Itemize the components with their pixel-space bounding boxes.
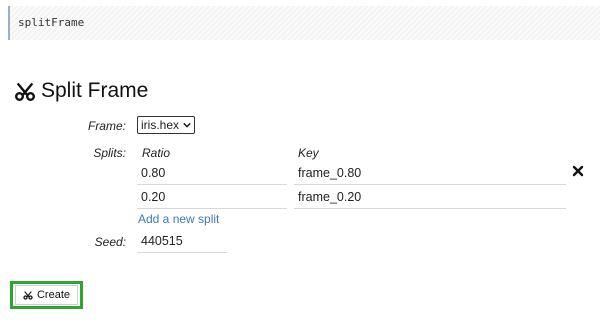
- seed-input[interactable]: 440515: [137, 231, 227, 253]
- code-cell-text: splitFrame: [18, 16, 85, 29]
- frame-label: Frame:: [87, 119, 126, 133]
- frame-select-value: iris.hex: [141, 118, 180, 132]
- split-key-input[interactable]: frame_0.80: [294, 163, 566, 185]
- create-button-label: Create: [36, 289, 71, 301]
- seed-label: Seed:: [94, 235, 126, 249]
- add-split-link[interactable]: Add a new split: [138, 212, 219, 226]
- scissors-icon: [23, 291, 33, 300]
- split-key-input[interactable]: frame_0.20: [294, 187, 566, 209]
- ratio-column-header: Ratio: [142, 146, 171, 160]
- remove-split-icon[interactable]: [572, 165, 584, 177]
- page-title: Split Frame: [14, 76, 148, 106]
- splits-label: Splits:: [93, 146, 126, 160]
- frame-select[interactable]: iris.hex: [137, 116, 196, 134]
- page-title-text: Split Frame: [41, 79, 149, 102]
- create-button[interactable]: Create: [15, 285, 78, 305]
- code-cell[interactable]: splitFrame: [8, 6, 600, 40]
- chevron-down-icon: [183, 122, 191, 128]
- split-ratio-input[interactable]: 0.20: [137, 187, 287, 209]
- key-column-header: Key: [298, 146, 319, 160]
- scissors-icon: [15, 82, 35, 101]
- split-ratio-input[interactable]: 0.80: [137, 163, 287, 185]
